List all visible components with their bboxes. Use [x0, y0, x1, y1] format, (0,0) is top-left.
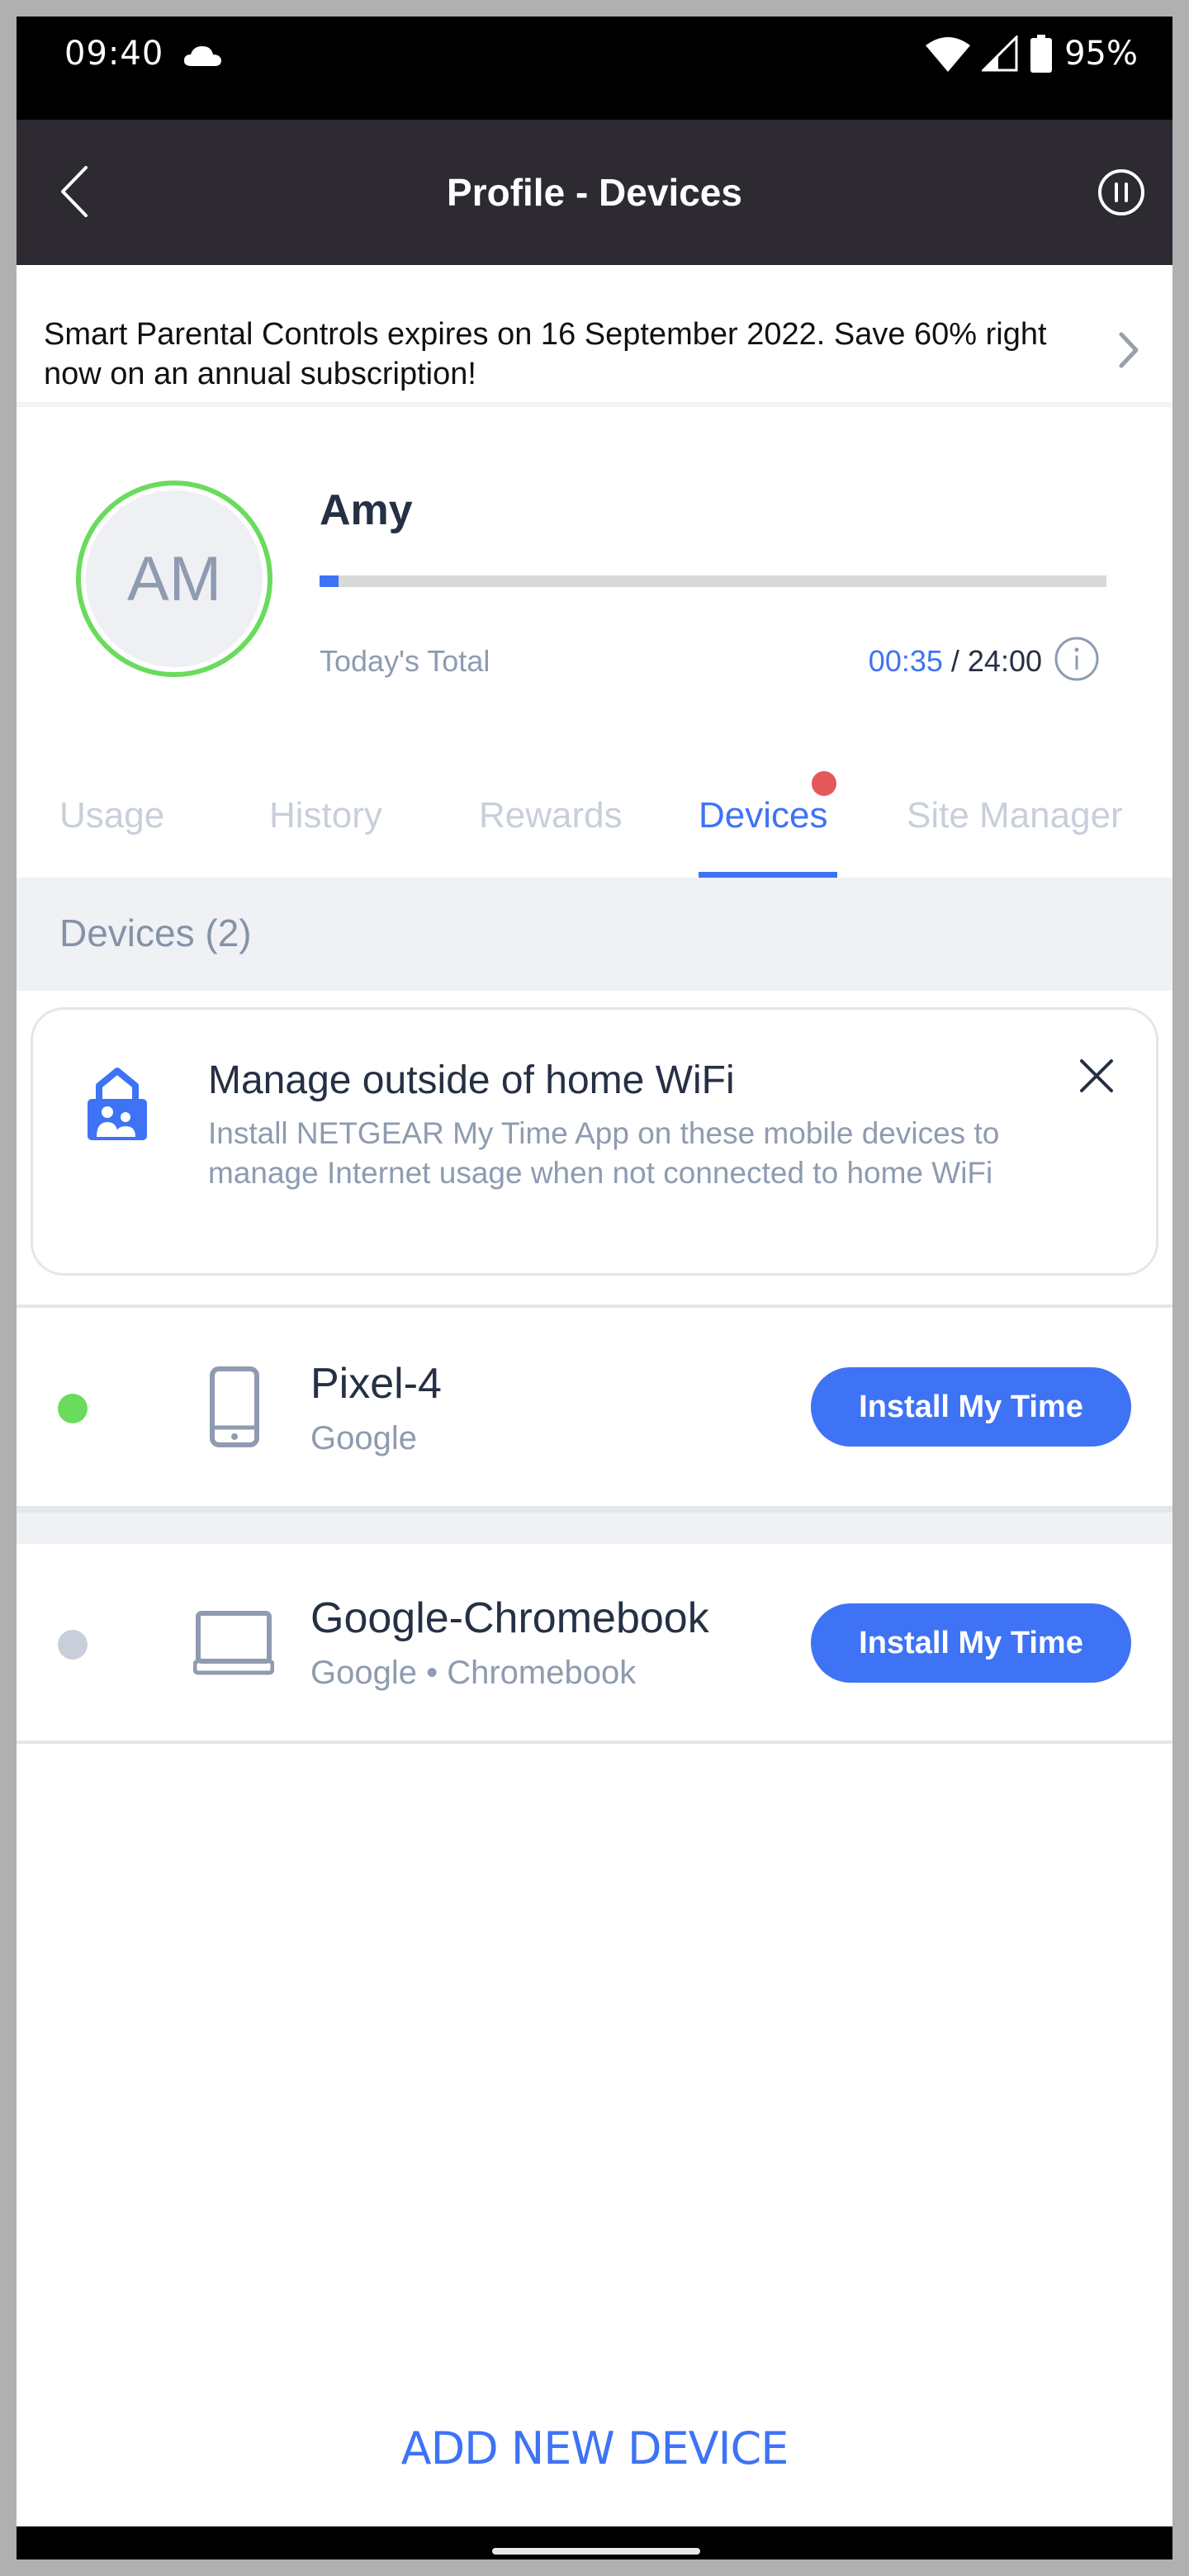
battery-icon	[1030, 35, 1053, 73]
row-separator	[17, 1513, 1172, 1544]
device-name: Pixel-4	[310, 1360, 442, 1408]
page-title: Profile - Devices	[447, 171, 742, 214]
usage-progress-fill	[320, 575, 339, 587]
install-my-time-button[interactable]: Install My Time	[811, 1367, 1131, 1447]
add-new-device-button[interactable]: ADD NEW DEVICE	[17, 2422, 1172, 2474]
promo-text: Smart Parental Controls expires on 16 Se…	[44, 317, 1047, 391]
laptop-icon	[193, 1611, 274, 1675]
pause-button[interactable]	[1097, 168, 1146, 217]
profile-name: Amy	[320, 486, 413, 534]
home-gesture-handle[interactable]	[492, 2548, 700, 2555]
info-card-title: Manage outside of home WiFi	[208, 1058, 735, 1102]
active-tab-indicator	[699, 872, 837, 878]
tab-rewards[interactable]: Rewards	[479, 795, 623, 836]
close-icon[interactable]	[1077, 1056, 1116, 1096]
usage-label: Today's Total	[320, 644, 490, 678]
install-my-time-button[interactable]: Install My Time	[811, 1603, 1131, 1683]
tab-devices[interactable]: Devices	[699, 795, 828, 836]
cellular-signal-icon	[982, 36, 1018, 72]
family-lock-icon	[88, 1068, 147, 1140]
device-manufacturer: Google • Chromebook	[310, 1655, 637, 1691]
usage-progress-bar	[320, 575, 1106, 587]
devices-count-title: Devices (2)	[59, 912, 252, 954]
profile-summary: AM Amy Today's Total 00:35 / 24:00	[17, 411, 1172, 725]
devices-section-header: Devices (2)	[17, 878, 1172, 991]
usage-current: 00:35	[868, 644, 943, 678]
device-row-google-chromebook[interactable]: Google-Chromebook Google • Chromebook In…	[17, 1544, 1172, 1742]
device-row-pixel-4[interactable]: Pixel-4 Google Install My Time	[17, 1308, 1172, 1506]
profile-tabs: Usage History Rewards Devices Site Manag…	[17, 725, 1172, 878]
smartphone-icon	[210, 1366, 259, 1447]
status-time: 09:40	[64, 35, 164, 73]
info-card-body: Install NETGEAR My Time App on these mob…	[208, 1116, 1000, 1190]
usage-separator: /	[942, 644, 968, 678]
status-icons: 95%	[926, 33, 1138, 74]
tab-usage[interactable]: Usage	[59, 795, 164, 836]
usage-time: 00:35 / 24:00	[869, 644, 1042, 679]
system-nav-bar	[17, 2526, 1172, 2559]
offline-status-dot	[58, 1630, 88, 1660]
subscription-promo-banner[interactable]: Smart Parental Controls expires on 16 Se…	[17, 265, 1172, 407]
divider	[17, 1740, 1172, 1744]
device-name: Google-Chromebook	[310, 1594, 709, 1642]
usage-limit: 24:00	[967, 644, 1042, 678]
wifi-icon	[926, 37, 971, 72]
battery-percent: 95%	[1064, 35, 1138, 73]
avatar-initials: AM	[86, 490, 263, 667]
chevron-right-icon	[1119, 332, 1139, 368]
app-screen: 09:40 95% Profile - Devices Smart Parent…	[17, 17, 1172, 2559]
avatar: AM	[76, 481, 272, 677]
divider	[17, 1506, 1172, 1513]
cloud-icon	[183, 46, 221, 66]
device-manufacturer: Google	[310, 1420, 417, 1456]
tab-site-manager[interactable]: Site Manager	[907, 795, 1123, 836]
tab-history[interactable]: History	[269, 795, 382, 836]
manage-outside-wifi-card: Manage outside of home WiFi Install NETG…	[31, 1007, 1158, 1276]
app-header: Profile - Devices	[17, 120, 1172, 265]
tab-devices-badge	[812, 771, 836, 796]
online-status-dot	[58, 1394, 88, 1423]
status-bar: 09:40 95%	[17, 17, 1172, 120]
info-button[interactable]	[1054, 636, 1100, 682]
